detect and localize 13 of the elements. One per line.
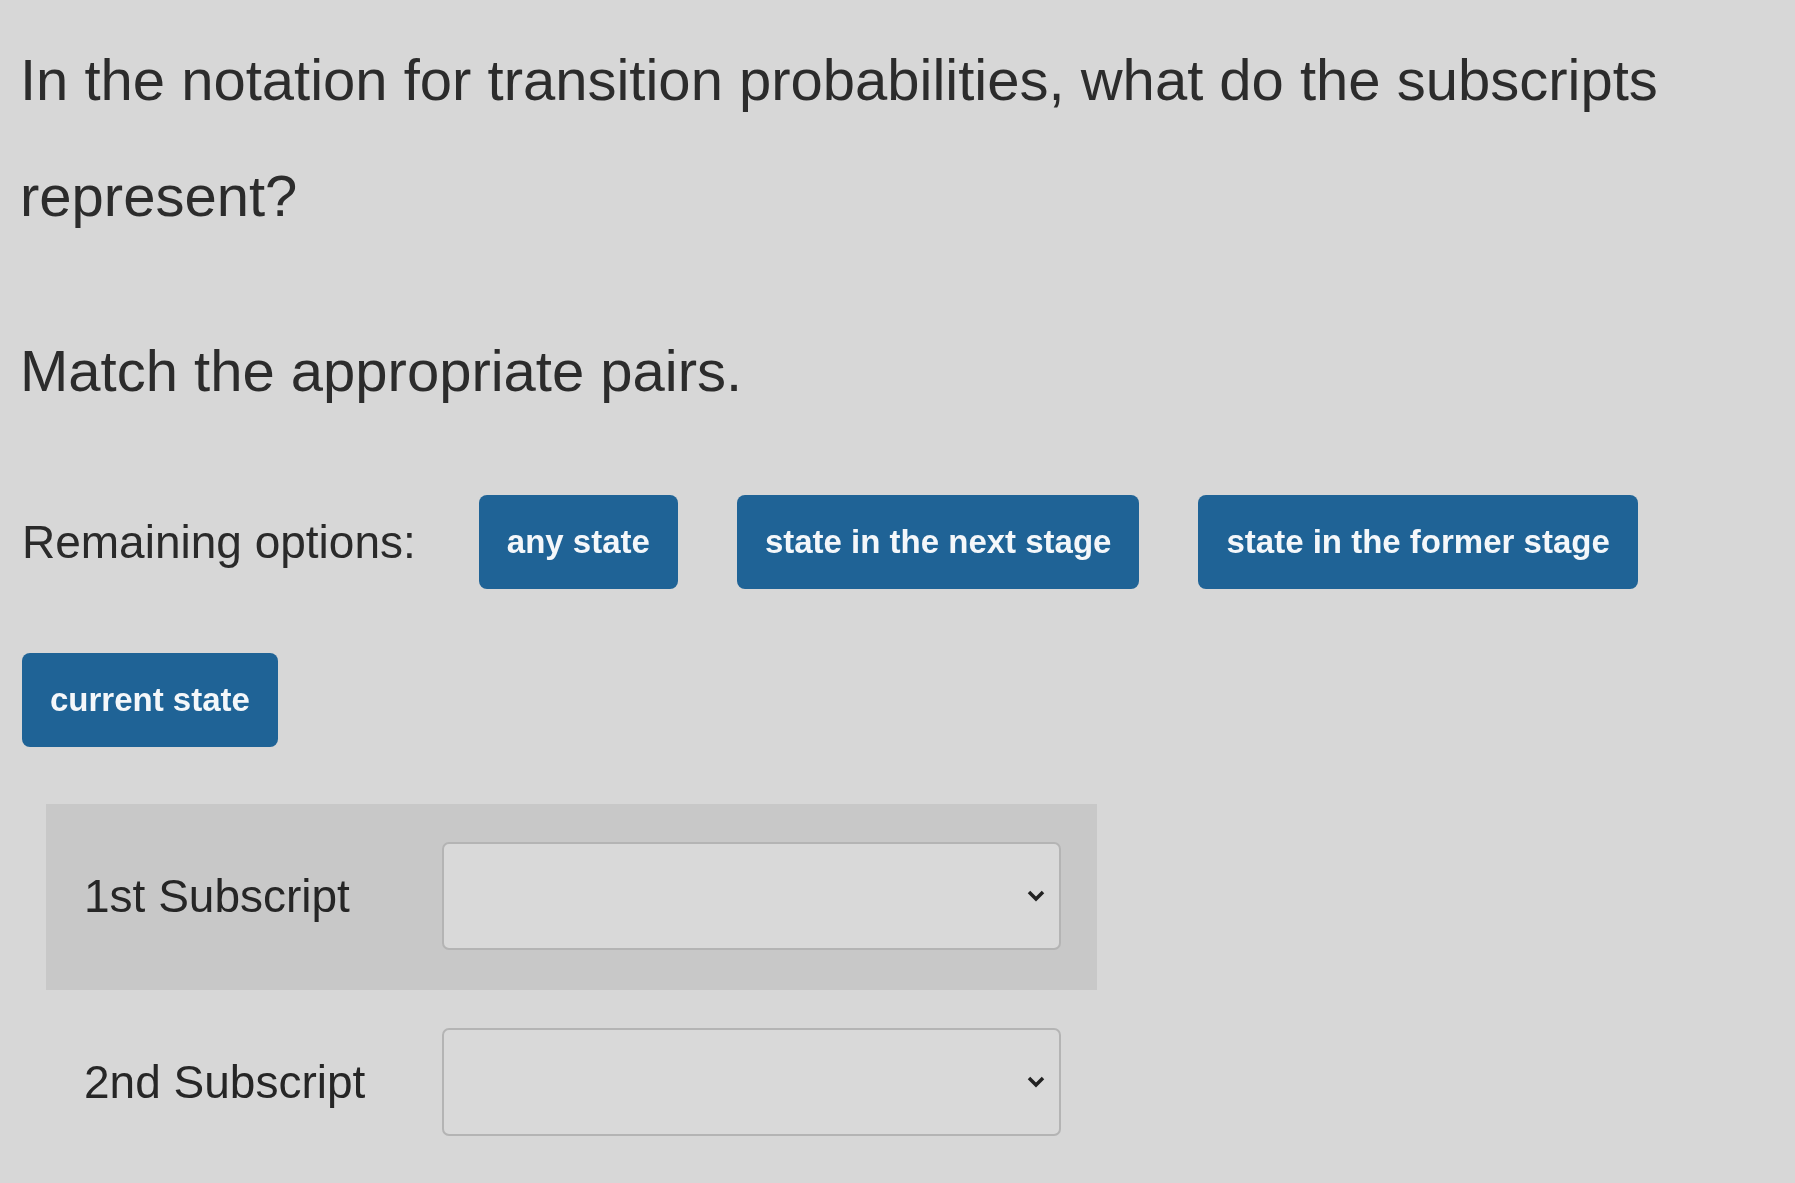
chevron-down-icon [1027, 1076, 1045, 1088]
dropdown-field[interactable] [442, 842, 1061, 950]
match-label: 2nd Subscript [84, 1055, 367, 1110]
match-label: 1st Subscript [84, 869, 351, 924]
answer-option-button[interactable]: state in the former stage [1198, 495, 1638, 589]
dropdown-field[interactable] [442, 1028, 1061, 1136]
answer-option-button[interactable]: any state [478, 495, 678, 589]
answer-option-button[interactable]: current state [22, 653, 278, 747]
question-text: In the notation for transition probabilities, what do the subscripts represent? [20, 46, 1659, 230]
chevron-down-icon [1027, 890, 1045, 902]
remaining-options-label: Remaining options: [22, 515, 416, 570]
answer-option-button[interactable]: state in the next stage [736, 495, 1140, 589]
instruction-text: Match the appropriate pairs. [20, 337, 744, 405]
